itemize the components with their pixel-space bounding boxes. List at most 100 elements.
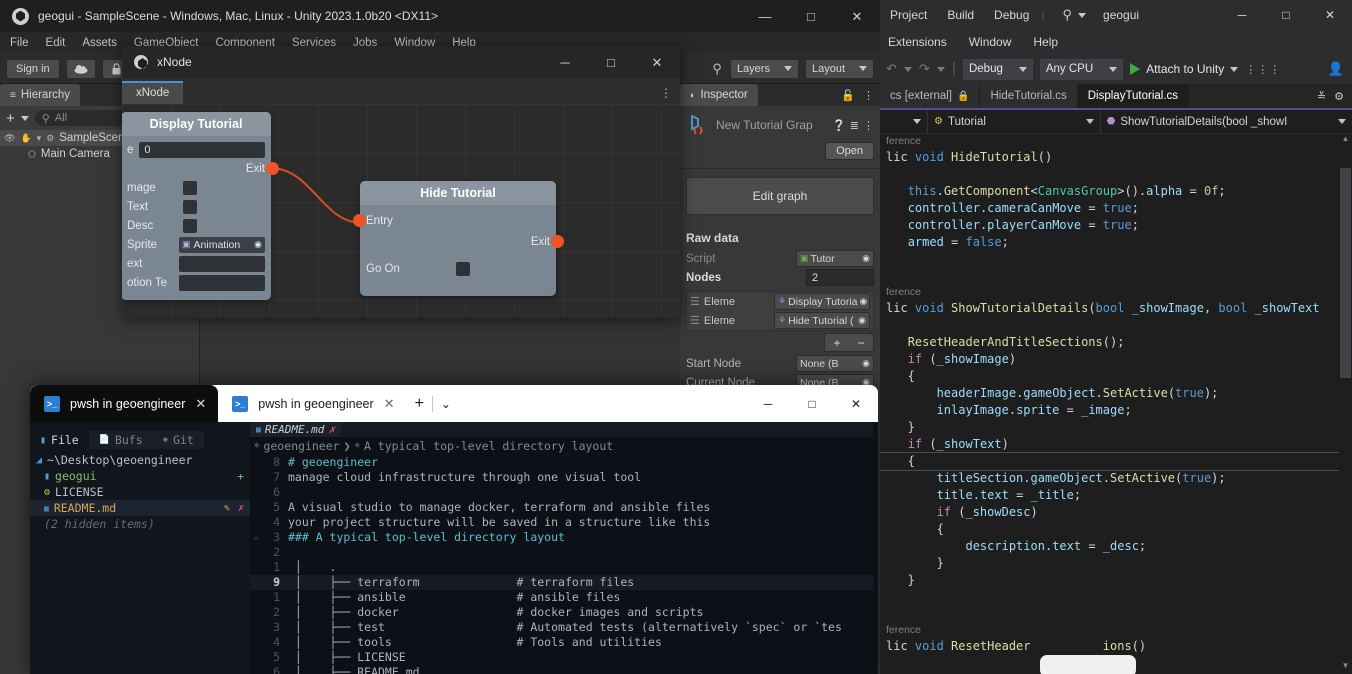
kebab-icon[interactable]: ⋮ [863, 119, 874, 132]
node-checkbox[interactable] [183, 199, 197, 214]
terminal-tab-1[interactable]: >_ pwsh in geoengineer ✕ [30, 385, 219, 422]
vs-menu-window[interactable]: Window [969, 35, 1012, 49]
undo-icon[interactable]: ↶ [886, 61, 897, 77]
fold-indicator[interactable] [250, 455, 262, 470]
close-icon[interactable]: ✗ [328, 423, 335, 436]
tab-hierarchy[interactable]: ≡ Hierarchy [0, 84, 81, 106]
codelens-reference[interactable]: ference [880, 623, 1352, 638]
layers-dropdown[interactable]: Layers [729, 58, 799, 79]
xnode-minimize-button[interactable]: ─ [542, 46, 588, 78]
node-input-field[interactable] [179, 255, 265, 272]
element-object-field[interactable]: ⚘ Display Tutoria ◉ [774, 293, 870, 310]
vs-close-button[interactable]: ✕ [1308, 0, 1352, 30]
object-picker-icon[interactable]: ◉ [862, 358, 870, 369]
fold-indicator[interactable] [250, 635, 262, 650]
script-object-field[interactable]: ▣ Tutor ◉ [796, 250, 874, 267]
gear-icon[interactable]: ⚙ [1334, 90, 1344, 103]
redo-icon[interactable]: ↷ [919, 61, 930, 77]
chevron-down-icon[interactable] [903, 66, 912, 72]
search-icon[interactable]: ⚲ [712, 61, 722, 77]
object-picker-icon[interactable]: ◉ [862, 253, 870, 264]
vs-code-editor[interactable]: ference lic void HideTutorial() this.GetC… [880, 134, 1352, 674]
unity-minimize-button[interactable]: — [742, 0, 788, 32]
element-object-field[interactable]: ⚘ Hide Tutorial ( ◉ [774, 312, 870, 329]
add-element-button[interactable]: + [825, 334, 849, 351]
menu-item-file[interactable]: File [10, 37, 29, 49]
node-input-field[interactable]: 0 [139, 141, 265, 158]
layout-dropdown[interactable]: Layout [804, 58, 874, 79]
vs-maximize-button[interactable]: □ [1264, 0, 1308, 30]
vs-configuration-dropdown[interactable]: Debug [962, 58, 1033, 80]
fold-indicator[interactable] [250, 620, 262, 635]
fold-indicator[interactable] [250, 590, 262, 605]
node-checkbox[interactable] [183, 180, 197, 195]
node-checkbox[interactable] [183, 218, 197, 233]
node-port-entry[interactable] [353, 214, 366, 227]
terminal-close-button[interactable]: ✕ [834, 385, 878, 422]
remove-element-button[interactable]: − [849, 334, 873, 351]
vs-menu-build[interactable]: Build [947, 8, 974, 22]
codelens-reference[interactable]: ference [880, 134, 1352, 149]
nvim-editor[interactable]: ▦ README.md ✗ ⎈ geoengineer ❯ ⎈ A typica… [250, 422, 878, 674]
object-picker-icon[interactable]: ◉ [254, 239, 262, 250]
vs-menu-debug[interactable]: Debug [994, 8, 1029, 22]
node-checkbox[interactable] [456, 261, 470, 276]
fold-indicator[interactable] [250, 485, 262, 500]
drag-handle-icon[interactable]: ☰ [690, 314, 700, 327]
tree-root-row[interactable]: ◢ ~\Desktop\geoengineer [30, 452, 250, 468]
xnode-close-button[interactable]: ✕ [634, 46, 680, 78]
tree-item-geogui[interactable]: ▮ geogui + [30, 468, 250, 484]
unity-close-button[interactable]: ✕ [834, 0, 880, 32]
tree-item-license[interactable]: ⚙ LICENSE [30, 484, 250, 500]
xnode-maximize-button[interactable]: □ [588, 46, 634, 78]
list-item[interactable]: ☰ Eleme ⚘ Display Tutoria ◉ [687, 292, 873, 311]
scroll-down-icon[interactable]: ▼ [1340, 661, 1351, 674]
vs-tab-displaytutorial[interactable]: DisplayTutorial.cs [1077, 84, 1190, 108]
node-object-field[interactable]: ▣ Animation ◉ [179, 236, 265, 253]
tab-xnode[interactable]: xNode [122, 81, 184, 104]
vs-vertical-scrollbar[interactable]: ▲ ▼ [1339, 134, 1352, 674]
cloud-icon[interactable] [65, 58, 96, 79]
vs-menu-help[interactable]: Help [1033, 35, 1058, 49]
object-picker-icon[interactable]: ◉ [860, 296, 868, 307]
scroll-up-icon[interactable]: ▲ [1340, 134, 1351, 147]
terminal-minimize-button[interactable]: ─ [746, 385, 790, 422]
add-object-button[interactable]: + [6, 111, 15, 126]
nav-member-dropdown[interactable]: ⬣ ShowTutorialDetails(bool _showI [1101, 110, 1352, 134]
tree-item-readme[interactable]: ▦ README.md ✎ ✗ [30, 500, 250, 516]
start-node-object-field[interactable]: None (B ◉ [796, 355, 874, 372]
unity-maximize-button[interactable]: □ [788, 0, 834, 32]
close-icon[interactable]: ✕ [384, 396, 395, 412]
sign-in-button[interactable]: Sign in [6, 58, 60, 79]
fold-indicator[interactable] [250, 560, 262, 575]
node-display-tutorial[interactable]: Display Tutorial e 0 Exit mage Text Desc… [122, 112, 279, 300]
nav-type-dropdown[interactable]: ⚙ Tutorial [928, 109, 1101, 134]
lock-icon[interactable]: 🔓 [841, 89, 855, 102]
chevron-down-icon[interactable]: ⌄ [433, 397, 459, 411]
kebab-icon[interactable]: ⋮ [660, 87, 672, 99]
tab-overflow-icon[interactable]: ≚ [1317, 90, 1326, 103]
object-picker-icon[interactable]: ◉ [858, 315, 866, 326]
nav-project-dropdown[interactable] [880, 109, 928, 134]
chevron-down-icon[interactable]: ▾ [37, 133, 42, 144]
fold-indicator[interactable] [250, 500, 262, 515]
fold-indicator[interactable] [250, 515, 262, 530]
preset-icon[interactable]: ≣ [850, 119, 859, 132]
open-button[interactable]: Open [825, 142, 874, 160]
xnode-graph-canvas[interactable]: Display Tutorial e 0 Exit mage Text Desc… [122, 104, 680, 318]
fold-indicator[interactable] [250, 545, 262, 560]
scrollbar-thumb[interactable] [1340, 168, 1351, 378]
fold-indicator[interactable] [250, 605, 262, 620]
terminal-tab-2[interactable]: >_ pwsh in geoengineer ✕ [218, 385, 406, 422]
fold-indicator[interactable]: ⌄ [250, 530, 262, 545]
help-icon[interactable]: ❔ [832, 119, 846, 132]
tree-tab-file[interactable]: ▮ File [30, 431, 89, 449]
codelens-reference[interactable]: ference [880, 285, 1352, 300]
tab-inspector[interactable]: ◐ Inspector [680, 84, 758, 106]
buffer-tab-readme[interactable]: ▦ README.md ✗ [250, 422, 342, 437]
vs-tab-hidetutorial[interactable]: HideTutorial.cs [980, 84, 1078, 108]
new-tab-button[interactable]: + [407, 395, 432, 413]
fold-indicator[interactable] [250, 650, 262, 665]
vs-platform-dropdown[interactable]: Any CPU [1039, 58, 1124, 80]
fold-indicator[interactable] [250, 665, 262, 674]
